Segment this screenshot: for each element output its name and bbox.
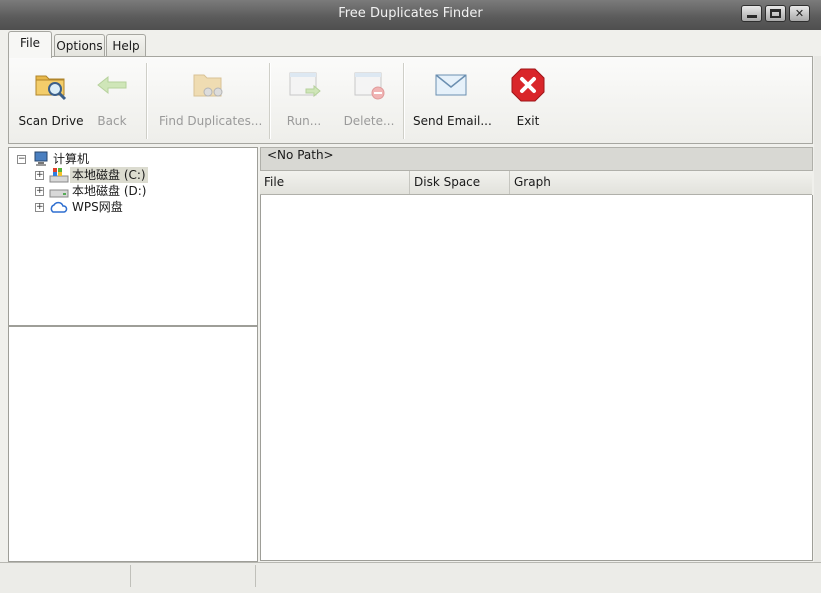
windows-drive-icon [49,168,69,183]
expand-icon[interactable]: + [35,171,44,180]
results-header: File Disk Space Graph [260,171,812,195]
tree-item-label: 本地磁盘 (C:) [70,167,148,183]
window-edge [814,56,821,562]
title-bar: Free Duplicates Finder ✕ [0,0,821,30]
current-path-label: <No Path> [267,148,334,162]
maximize-button[interactable] [765,5,786,22]
tree-root-label: 计算机 [53,152,90,166]
exit-button[interactable]: Exit [503,57,553,143]
tab-options[interactable]: Options [54,34,105,57]
folder-search-icon [35,75,67,101]
find-duplicates-button[interactable]: Find Duplicates... [159,57,263,143]
computer-icon [34,151,48,166]
maximize-icon [770,9,781,18]
status-cell [0,565,131,587]
exit-label: Exit [516,114,540,128]
binoculars-folder-icon [193,74,223,97]
expand-icon[interactable]: + [35,203,44,212]
hard-drive-icon [49,189,69,198]
back-button[interactable]: Back [85,57,139,143]
tree-item-label: WPS网盘 [72,200,123,214]
close-icon: ✕ [794,7,805,20]
delete-label: Delete... [343,114,395,128]
toolbar-separator [403,63,405,139]
email-envelope-icon [435,74,467,96]
status-cell [131,565,256,587]
tree-item-label: 本地磁盘 (D:) [72,184,147,198]
minimize-icon [747,15,757,18]
send-email-button[interactable]: Send Email... [413,57,492,143]
toolbar-separator [146,63,148,139]
toolbar-separator [269,63,271,139]
tab-help[interactable]: Help [106,34,146,57]
close-button[interactable]: ✕ [789,5,810,22]
folder-tree[interactable]: − 计算机 + 本地磁盘 (C:) + 本地磁盘 (D:) + WPS网盘 [8,147,258,326]
current-path: <No Path> [260,147,813,171]
ribbon-toolbar: Scan Drive Back Find Duplicates... Run..… [8,56,813,144]
column-header-file[interactable]: File [260,171,410,194]
cloud-icon [50,201,68,213]
status-bar [0,562,821,593]
send-email-label: Send Email... [413,114,492,128]
results-list[interactable] [260,195,813,561]
column-header-graph[interactable]: Graph [510,171,812,194]
exit-icon [511,68,545,102]
collapse-icon[interactable]: − [17,155,26,164]
delete-button[interactable]: Delete... [343,57,395,143]
run-label: Run... [286,114,322,128]
expand-icon[interactable]: + [35,187,44,196]
column-header-disk-space[interactable]: Disk Space [410,171,510,194]
window-title: Free Duplicates Finder [338,6,483,21]
app-window: Free Duplicates Finder ✕ File Options He… [0,0,821,593]
run-button[interactable]: Run... [282,57,326,143]
details-panel [8,326,258,562]
tab-file[interactable]: File [8,31,52,58]
scan-drive-button[interactable]: Scan Drive [15,57,87,143]
run-window-icon [289,72,321,98]
back-arrow-icon [97,75,127,95]
delete-window-icon [354,72,385,100]
back-label: Back [97,114,127,128]
scan-drive-label: Scan Drive [18,114,84,128]
find-duplicates-label: Find Duplicates... [159,114,263,128]
minimize-button[interactable] [741,5,762,22]
